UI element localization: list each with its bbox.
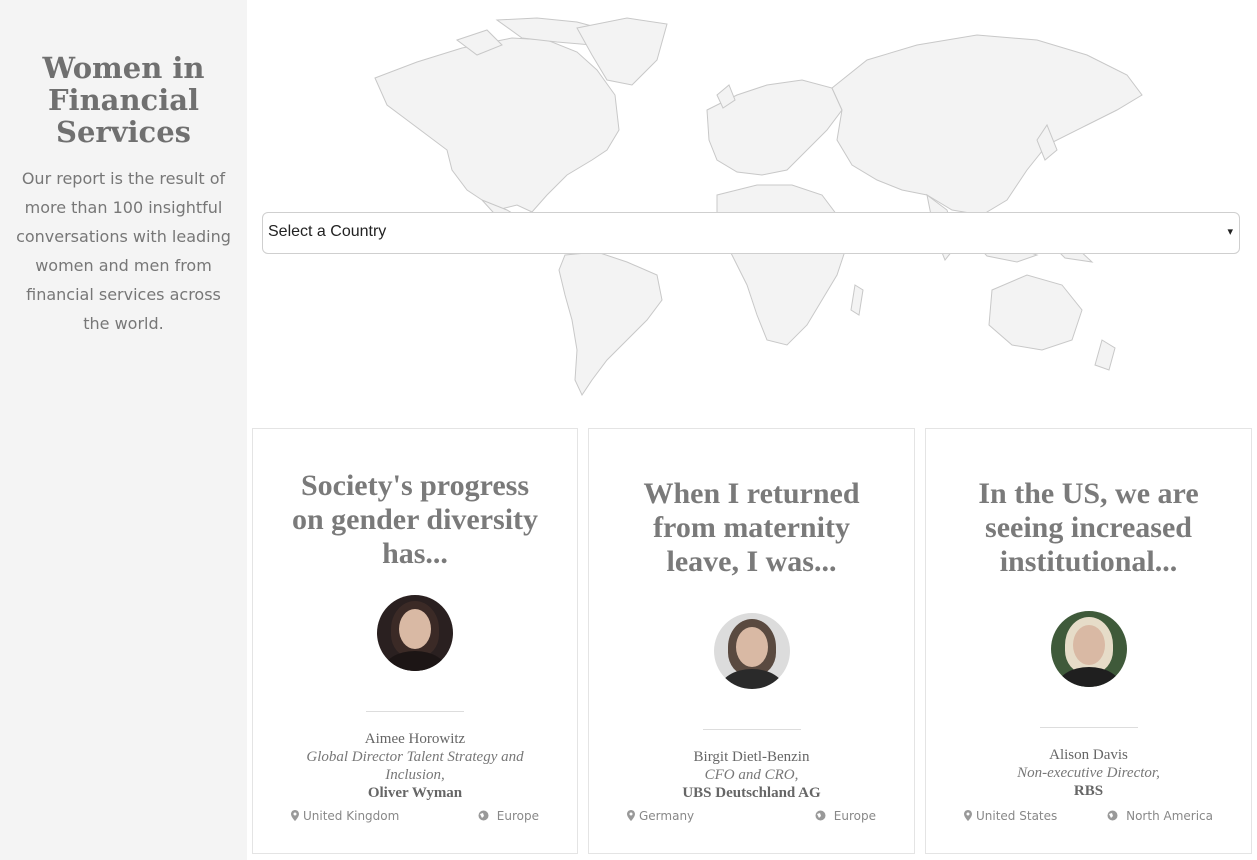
report-description: Our report is the result of more than 10… bbox=[16, 169, 231, 333]
quote-headline[interactable]: When I returned from maternity leave, I … bbox=[589, 477, 914, 579]
card-divider bbox=[1039, 727, 1138, 728]
person-organization: Oliver Wyman bbox=[367, 785, 463, 801]
region-label: Europe bbox=[478, 809, 539, 823]
person-role: Global Director Talent Strategy and Incl… bbox=[306, 749, 524, 783]
sidebar: Women in Financial Services Our report i… bbox=[0, 0, 247, 860]
avatar bbox=[377, 595, 453, 671]
person-organization: RBS bbox=[1073, 783, 1104, 799]
country-select-value: Select a Country bbox=[268, 223, 387, 240]
globe-icon bbox=[815, 810, 826, 821]
person-role: Non-executive Director, bbox=[1017, 765, 1160, 781]
person-name: Birgit Dietl-Benzin bbox=[693, 749, 810, 765]
globe-icon bbox=[478, 810, 489, 821]
avatar bbox=[713, 613, 790, 689]
country-label: United States bbox=[964, 809, 1057, 823]
country-label: United Kingdom bbox=[291, 809, 399, 823]
interview-card[interactable]: When I returned from maternity leave, I … bbox=[588, 428, 915, 854]
card-divider bbox=[366, 711, 464, 712]
map-marker-icon bbox=[964, 810, 972, 821]
country-label: Germany bbox=[627, 809, 694, 823]
world-map[interactable] bbox=[247, 0, 1257, 420]
chevron-down-icon: ▾ bbox=[1227, 225, 1233, 238]
interview-card[interactable]: Society's progress on gender diversity h… bbox=[252, 428, 578, 854]
region-label: Europe bbox=[815, 809, 876, 823]
map-marker-icon bbox=[627, 810, 635, 821]
quote-headline[interactable]: In the US, we are seeing increased insti… bbox=[926, 477, 1251, 579]
person-name: Aimee Horowitz bbox=[364, 731, 466, 747]
map-marker-icon bbox=[291, 810, 299, 821]
person-role: CFO and CRO, bbox=[704, 767, 799, 783]
page-title: Women in Financial Services bbox=[42, 51, 205, 149]
person-name: Alison Davis bbox=[1049, 747, 1128, 763]
globe-icon bbox=[1107, 810, 1118, 821]
region-label: North America bbox=[1107, 809, 1213, 823]
quote-headline[interactable]: Society's progress on gender diversity h… bbox=[253, 469, 577, 571]
country-select[interactable]: Select a Country ▾ bbox=[262, 212, 1240, 254]
card-divider bbox=[702, 729, 801, 730]
interview-card[interactable]: In the US, we are seeing increased insti… bbox=[925, 428, 1252, 854]
avatar bbox=[1050, 611, 1127, 687]
world-map-graphic bbox=[374, 17, 1143, 397]
person-organization: UBS Deutschland AG bbox=[682, 785, 821, 801]
